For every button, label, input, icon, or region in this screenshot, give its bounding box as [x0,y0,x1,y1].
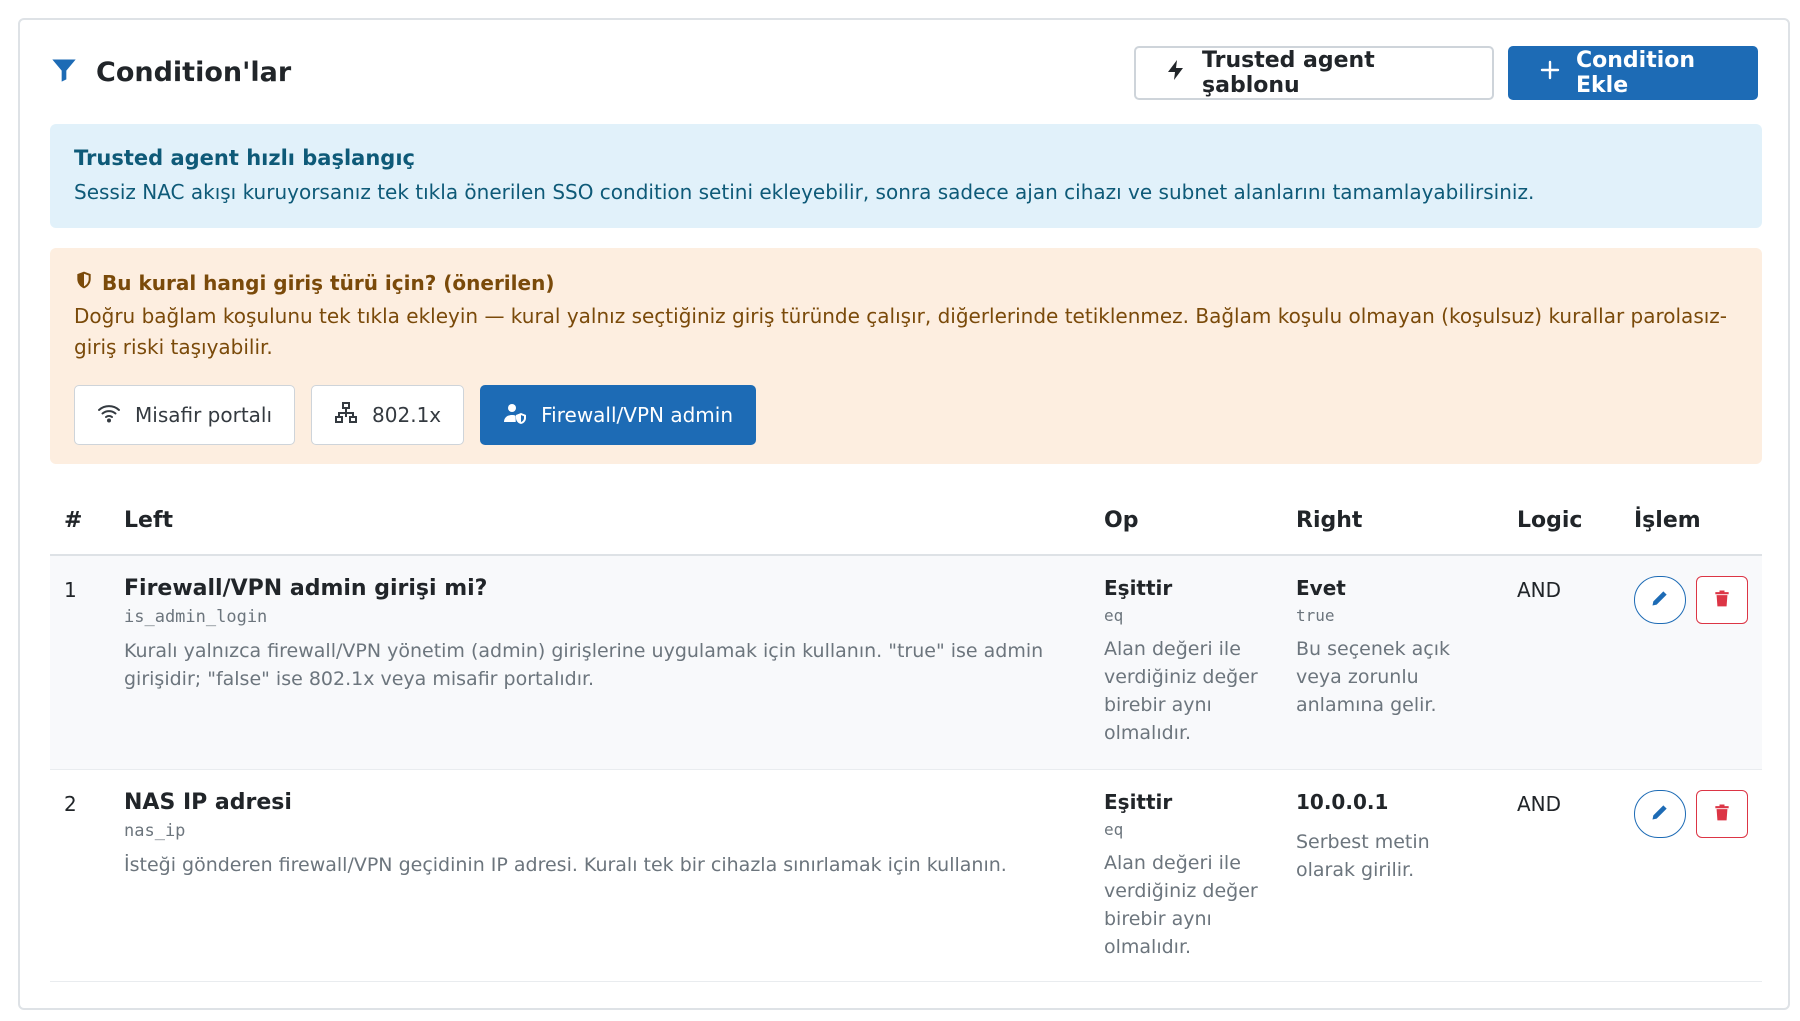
info-alert-text: Sessiz NAC akışı kuruyorsanız tek tıkla … [74,180,1535,204]
logic-value: AND [1517,578,1562,602]
operator-name: Eşittir [1104,790,1173,814]
page-title: Condition'lar [96,56,292,88]
trash-icon [1712,802,1732,826]
plus-icon [1538,58,1562,88]
context-alert-text: Doğru bağlam koşulunu tek tıkla ekleyin … [74,304,1728,359]
table-row: 2 NAS IP adresi nas_ip İsteği gönderen f… [50,770,1762,982]
user-shield-icon [503,401,527,430]
trash-icon [1712,588,1732,612]
title-group: Condition'lar [50,56,291,88]
field-name: Firewall/VPN admin girişi mi? [124,576,488,601]
info-alert-title: Trusted agent hızlı başlangıç [74,146,415,170]
right-value-cell: 10.0.0.1 Serbest metin olarak girilir. [1296,790,1476,884]
edit-button[interactable] [1634,576,1686,624]
right-value-description: Serbest metin olarak girilir. [1296,831,1430,881]
right-value-code: true [1296,606,1335,625]
right-value-name: 10.0.0.1 [1296,790,1389,814]
add-button-label: Condition Ekle [1576,48,1696,98]
col-left: Left [124,508,174,533]
col-action: İşlem [1634,508,1701,533]
delete-button[interactable] [1696,576,1748,624]
operator-cell: Eşittir eq Alan değeri ile verdiğiniz de… [1104,576,1284,747]
login-context-alert: Bu kural hangi giriş türü için? (önerile… [50,248,1762,464]
delete-button[interactable] [1696,790,1748,838]
context-8021x-button[interactable]: 802.1x [311,385,465,445]
operator-code: eq [1104,820,1124,839]
operator-code: eq [1104,606,1124,625]
operator-description: Alan değeri ile verdiğiniz değer birebir… [1104,638,1258,744]
edit-button[interactable] [1634,790,1686,838]
field-code: nas_ip [124,821,186,841]
col-op: Op [1104,508,1139,533]
operator-cell: Eşittir eq Alan değeri ile verdiğiniz de… [1104,790,1284,961]
wifi-icon [97,401,121,430]
header-actions: Trusted agent şablonu Condition Ekle [1134,46,1758,100]
context-option-label: 802.1x [372,403,442,427]
bolt-icon [1164,58,1188,88]
context-option-label: Misafir portalı [135,403,273,427]
card-header: Condition'lar Trusted agent şablonu Cond… [50,46,1758,102]
context-firewall-vpn-admin-button[interactable]: Firewall/VPN admin [480,385,757,445]
context-guest-portal-button[interactable]: Misafir portalı [74,385,296,445]
left-field-cell: NAS IP adresi nas_ip İsteği gönderen fir… [124,790,1044,879]
row-number: 1 [64,578,77,602]
field-description: Kuralı yalnızca firewall/VPN yönetim (ad… [124,640,1044,690]
trusted-agent-template-button[interactable]: Trusted agent şablonu [1134,46,1494,100]
right-value-description: Bu seçenek açık veya zorunlu anlamına ge… [1296,638,1450,716]
pencil-icon [1650,588,1670,612]
table-header: # Left Op Right Logic İşlem [50,490,1762,556]
context-options: Misafir portalı 802.1x Firewall/VPN admi… [74,385,1738,445]
col-logic: Logic [1517,508,1583,533]
table-row: 1 Firewall/VPN admin girişi mi? is_admin… [50,556,1762,770]
add-condition-button[interactable]: Condition Ekle [1508,46,1758,100]
row-actions [1634,790,1748,838]
network-icon [334,401,358,430]
context-alert-title: Bu kural hangi giriş türü için? (önerile… [74,270,1738,295]
context-option-label: Firewall/VPN admin [541,403,734,427]
row-actions [1634,576,1748,624]
shield-icon [74,270,94,295]
right-value-cell: Evet true Bu seçenek açık veya zorunlu a… [1296,576,1476,719]
logic-value: AND [1517,792,1562,816]
conditions-card: Condition'lar Trusted agent şablonu Cond… [18,18,1790,1010]
conditions-table: # Left Op Right Logic İşlem 1 Firewall/V… [50,490,1762,982]
field-name: NAS IP adresi [124,790,292,815]
field-description: İsteği gönderen firewall/VPN geçidinin I… [124,854,1007,876]
context-alert-title-text: Bu kural hangi giriş türü için? (önerile… [102,270,555,295]
operator-name: Eşittir [1104,576,1173,600]
template-button-label: Trusted agent şablonu [1202,48,1375,98]
trusted-agent-info-alert: Trusted agent hızlı başlangıç Sessiz NAC… [50,124,1762,228]
left-field-cell: Firewall/VPN admin girişi mi? is_admin_l… [124,576,1044,693]
col-right: Right [1296,508,1363,533]
operator-description: Alan değeri ile verdiğiniz değer birebir… [1104,852,1258,958]
pencil-icon [1650,802,1670,826]
field-code: is_admin_login [124,607,268,627]
col-num: # [64,508,83,533]
right-value-name: Evet [1296,576,1346,600]
filter-icon [50,56,78,88]
row-number: 2 [64,792,77,816]
